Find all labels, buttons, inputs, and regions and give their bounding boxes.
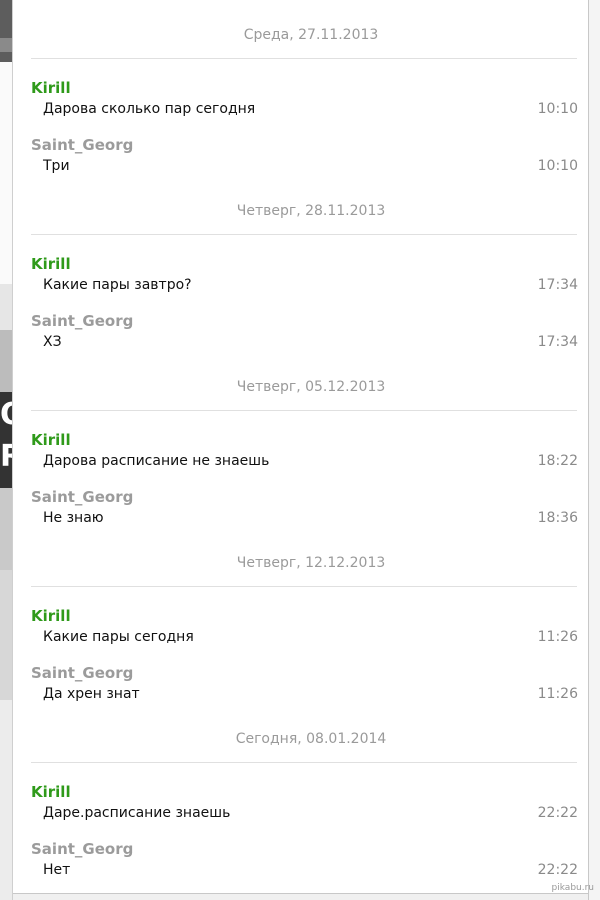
message-time: 17:34 [537, 334, 578, 350]
message-time: 17:34 [537, 277, 578, 293]
sender-name-saint-georg: Saint_Georg [31, 664, 134, 682]
message-time: 22:22 [537, 862, 578, 878]
day-header: Четверг, 12.12.2013 [236, 555, 386, 571]
bg-piece [0, 284, 12, 330]
day-header: Четверг, 05.12.2013 [236, 379, 386, 395]
bg-glyph: R [0, 439, 12, 474]
bg-piece [0, 0, 12, 62]
sender-name-kirill: Kirill [31, 79, 71, 97]
message-time: 18:22 [537, 453, 578, 469]
message-text: Дарова расписание не знаешь [43, 453, 270, 469]
bg-piece [0, 38, 12, 52]
day-header: Среда, 27.11.2013 [243, 27, 379, 43]
window-bottom-edge [13, 893, 589, 900]
sender-name-kirill: Kirill [31, 607, 71, 625]
message-text: Нет [43, 862, 71, 878]
watermark: pikabu.ru [551, 883, 594, 893]
sender-name-saint-georg: Saint_Georg [31, 488, 134, 506]
bg-piece [0, 700, 12, 900]
bg-piece [0, 330, 12, 392]
chat-history[interactable]: Среда, 27.11.2013 Kirill Дарова сколько па… [13, 0, 589, 900]
background-window-strip: O R [0, 0, 12, 900]
message-time: 11:26 [537, 686, 578, 702]
message-time: 22:22 [537, 805, 578, 821]
message-text: Какие пары сегодня [43, 629, 194, 645]
sender-name-kirill: Kirill [31, 783, 71, 801]
message-text: Три [43, 158, 70, 174]
message-text: ХЗ [43, 334, 62, 350]
message-text: Дарова сколько пар сегодня [43, 101, 256, 117]
message-text: Какие пары завтро? [43, 277, 192, 293]
day-header: Сегодня, 08.01.2014 [235, 731, 387, 747]
sender-name-saint-georg: Saint_Georg [31, 840, 134, 858]
day-header: Четверг, 28.11.2013 [236, 203, 386, 219]
day-divider [31, 762, 577, 763]
day-divider [31, 586, 577, 587]
day-divider [31, 410, 577, 411]
screenshot-frame: O R Среда, 27.11.2013 Kirill Дарова скольк… [0, 0, 600, 900]
message-text: Не знаю [43, 510, 104, 526]
sender-name-saint-georg: Saint_Georg [31, 312, 134, 330]
bg-piece [0, 488, 12, 570]
message-text: Да хрен знат [43, 686, 140, 702]
message-time: 10:10 [537, 158, 578, 174]
scrollbar[interactable] [588, 0, 600, 900]
sender-name-kirill: Kirill [31, 431, 71, 449]
message-time: 11:26 [537, 629, 578, 645]
bg-piece [0, 62, 12, 284]
message-time: 18:36 [537, 510, 578, 526]
bg-glyph: O [0, 400, 12, 430]
sender-name-kirill: Kirill [31, 255, 71, 273]
day-divider [31, 58, 577, 59]
chat-history-window: Среда, 27.11.2013 Kirill Дарова сколько па… [12, 0, 589, 900]
message-time: 10:10 [537, 101, 578, 117]
sender-name-saint-georg: Saint_Georg [31, 136, 134, 154]
bg-piece [0, 570, 12, 700]
day-divider [31, 234, 577, 235]
message-text: Даре.расписание знаешь [43, 805, 231, 821]
